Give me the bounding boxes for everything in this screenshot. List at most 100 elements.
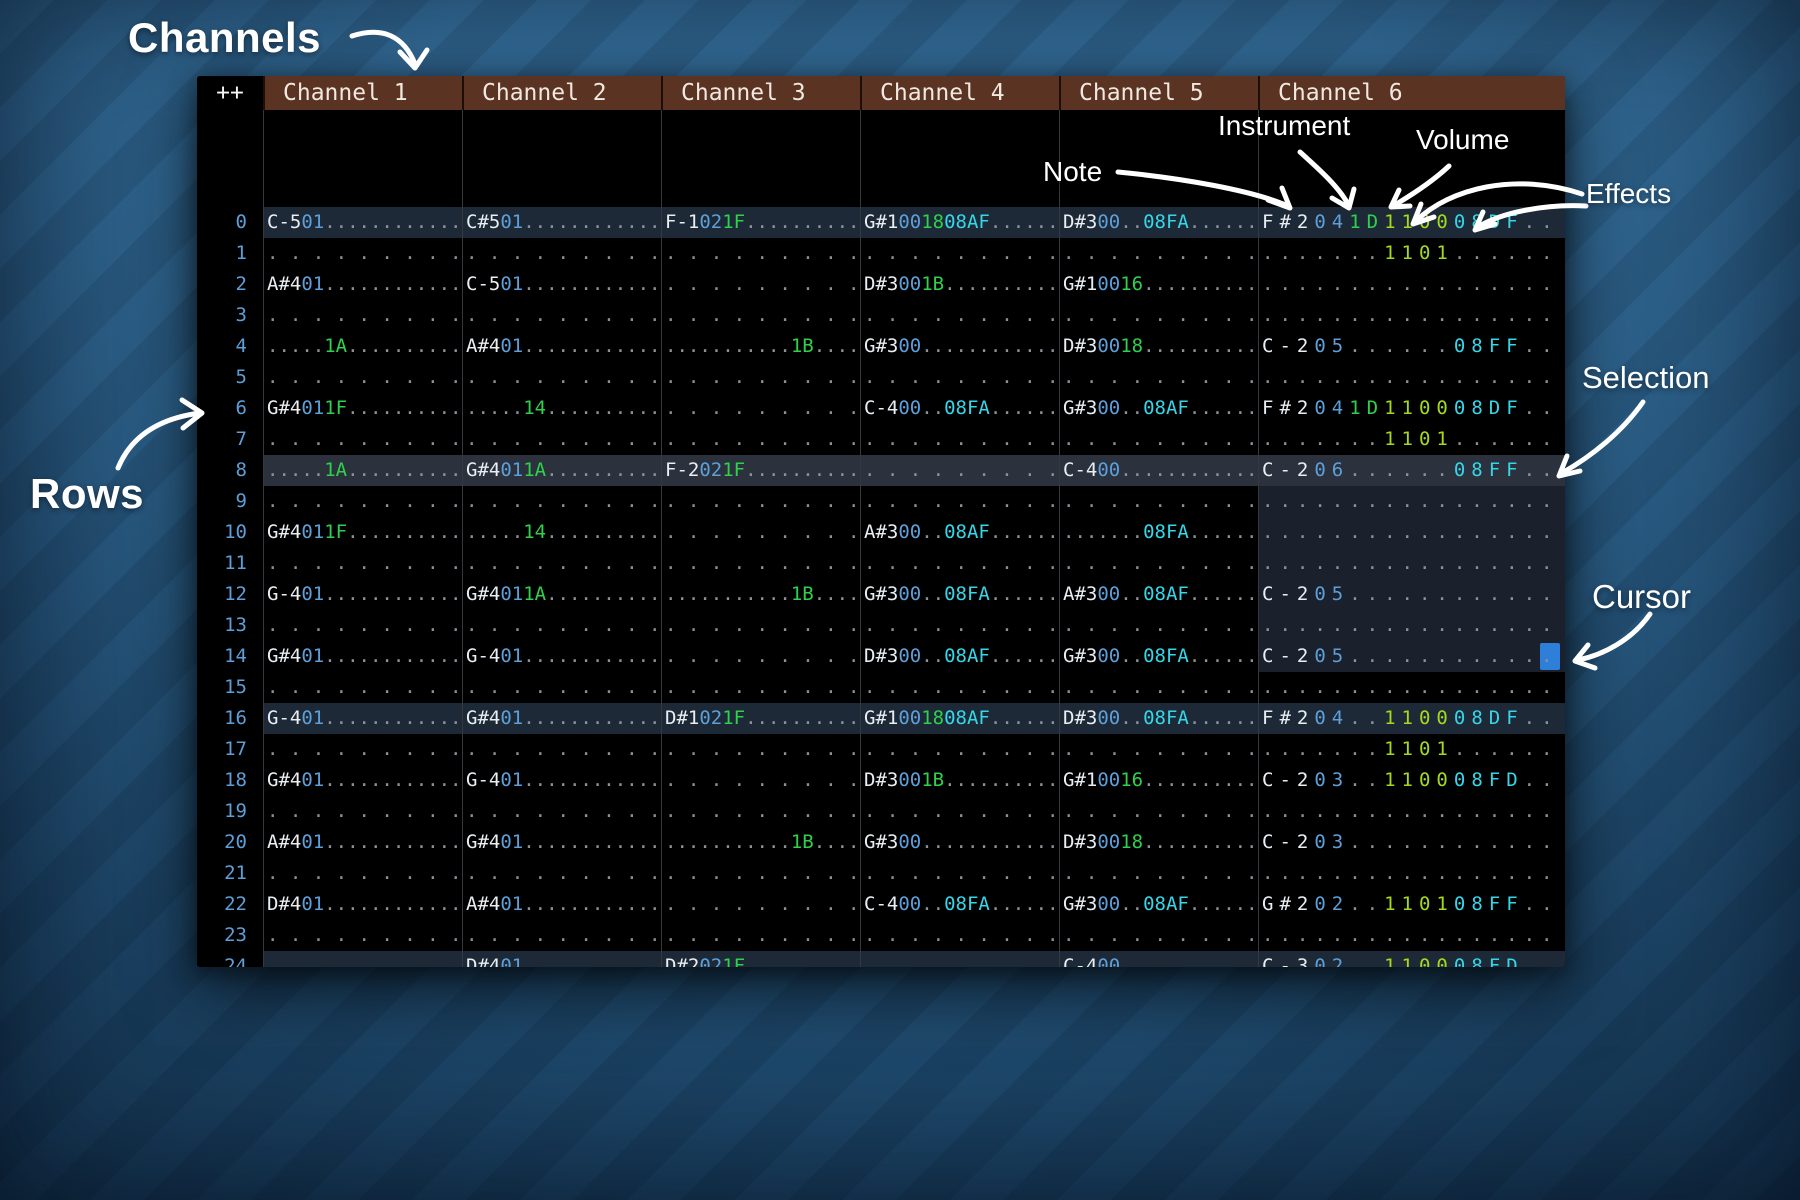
pattern-cell-ch4[interactable]: . . . . . . . . . bbox=[860, 672, 1059, 703]
pattern-cell-ch4[interactable]: . . . . . . . . . bbox=[860, 238, 1059, 269]
pattern-cell-ch3[interactable]: . . . . . . . . . bbox=[661, 362, 860, 393]
pattern-cell-ch3[interactable]: ...........1B.... bbox=[661, 827, 860, 858]
pattern-cell-ch5[interactable]: . . . . . . . . . bbox=[1059, 548, 1258, 579]
pattern-cell-ch4[interactable]: . . . . . . . . . bbox=[860, 796, 1059, 827]
pattern-cell-ch6[interactable]: C-205............ bbox=[1258, 579, 1565, 610]
pattern-cell-ch4[interactable]: . . . . . . . . . bbox=[860, 548, 1059, 579]
pattern-cell-ch4[interactable]: . . . . . . . . . bbox=[860, 858, 1059, 889]
pattern-cell-ch5[interactable]: G#300..08AF...... bbox=[1059, 889, 1258, 920]
pattern-cell-ch2[interactable]: D#401............ bbox=[462, 951, 661, 967]
pattern-cell-ch3[interactable]: . . . . . . . . . bbox=[661, 269, 860, 300]
pattern-cell-ch1[interactable]: G#401............ bbox=[263, 765, 462, 796]
pattern-cell-ch1[interactable]: C-501............ bbox=[263, 207, 462, 238]
pattern-cell-ch4[interactable]: A#300..08AF...... bbox=[860, 517, 1059, 548]
pattern-cell-ch2[interactable]: G#4011A.......... bbox=[462, 455, 661, 486]
pattern-cell-ch3[interactable]: . . . . . . . . . bbox=[661, 517, 860, 548]
pattern-cell-ch3[interactable]: ...........1B.... bbox=[661, 331, 860, 362]
pattern-cell-ch5[interactable]: . . . . . . . . . bbox=[1059, 424, 1258, 455]
pattern-cell-ch6[interactable]: F#2041D110008DF.. bbox=[1258, 207, 1565, 238]
pattern-cell-ch4[interactable]: G#300..08FA...... bbox=[860, 579, 1059, 610]
pattern-cell-ch2[interactable]: . . . . . . . . . bbox=[462, 672, 661, 703]
pattern-cell-ch6[interactable]: ................. bbox=[1258, 672, 1565, 703]
pattern-cell-ch6[interactable]: F#204..110008DF.. bbox=[1258, 703, 1565, 734]
pattern-cell-ch6[interactable]: .......1101...... bbox=[1258, 734, 1565, 765]
pattern-cell-ch1[interactable]: . . . . . . . . . bbox=[263, 548, 462, 579]
pattern-cell-ch2[interactable]: G-401............ bbox=[462, 641, 661, 672]
pattern-cell-ch6[interactable]: .......1101...... bbox=[1258, 238, 1565, 269]
pattern-cell-ch1[interactable]: . . . . . . . . . bbox=[263, 796, 462, 827]
pattern-cell-ch3[interactable]: . . . . . . . . . bbox=[661, 641, 860, 672]
channel-header-1[interactable]: Channel 1 bbox=[263, 76, 462, 110]
pattern-cell-ch5[interactable]: C-400............ bbox=[1059, 951, 1258, 967]
pattern-cell-ch5[interactable]: . . . . . . . . . bbox=[1059, 858, 1258, 889]
pattern-cell-ch1[interactable]: A#401............ bbox=[263, 827, 462, 858]
pattern-cell-ch4[interactable]: G#300............ bbox=[860, 827, 1059, 858]
pattern-cell-ch2[interactable]: G-401............ bbox=[462, 765, 661, 796]
pattern-cell-ch4[interactable]: G#300............ bbox=[860, 331, 1059, 362]
pattern-cell-ch5[interactable]: . . . . . . . . . bbox=[1059, 362, 1258, 393]
pattern-cell-ch6[interactable]: C-206......08FF.. bbox=[1258, 455, 1565, 486]
pattern-cell-ch2[interactable]: . . . . . . . . . bbox=[462, 548, 661, 579]
pattern-cell-ch4[interactable]: D#3001B.......... bbox=[860, 765, 1059, 796]
pattern-cell-ch2[interactable]: . . . . . . . . . bbox=[462, 858, 661, 889]
pattern-cell-ch1[interactable]: A#401............ bbox=[263, 269, 462, 300]
pattern-cell-ch1[interactable]: .....1A.......... bbox=[263, 331, 462, 362]
pattern-cell-ch4[interactable]: . . . . . . . . . bbox=[860, 951, 1059, 967]
pattern-cell-ch5[interactable]: . . . . . . . . . bbox=[1059, 238, 1258, 269]
pattern-cell-ch5[interactable]: D#30018.......... bbox=[1059, 331, 1258, 362]
pattern-cell-ch4[interactable]: . . . . . . . . . bbox=[860, 455, 1059, 486]
pattern-cell-ch2[interactable]: A#401............ bbox=[462, 331, 661, 362]
channel-header-5[interactable]: Channel 5 bbox=[1059, 76, 1258, 110]
pattern-cell-ch4[interactable]: . . . . . . . . . bbox=[860, 300, 1059, 331]
pattern-cell-ch1[interactable]: . . . . . . . . . bbox=[263, 424, 462, 455]
pattern-cell-ch5[interactable]: D#300..08FA...... bbox=[1059, 703, 1258, 734]
pattern-cell-ch3[interactable]: . . . . . . . . . bbox=[661, 920, 860, 951]
pattern-cell-ch5[interactable]: . . . . . . . . . bbox=[1059, 672, 1258, 703]
pattern-cell-ch6[interactable]: ................. bbox=[1258, 858, 1565, 889]
pattern-cell-ch1[interactable]: D#401............ bbox=[263, 889, 462, 920]
pattern-cell-ch5[interactable]: C-400............ bbox=[1059, 455, 1258, 486]
pattern-cell-ch6[interactable]: ................. bbox=[1258, 920, 1565, 951]
pattern-cell-ch6[interactable]: ................. bbox=[1258, 517, 1565, 548]
pattern-cell-ch5[interactable]: D#300..08FA...... bbox=[1059, 207, 1258, 238]
pattern-cell-ch1[interactable]: . . . . . . . . . bbox=[263, 362, 462, 393]
pattern-cell-ch5[interactable]: . . . . . . . . . bbox=[1059, 796, 1258, 827]
pattern-cell-ch1[interactable]: . . . . . . . . . bbox=[263, 300, 462, 331]
pattern-cell-ch2[interactable]: G#4011A.......... bbox=[462, 579, 661, 610]
pattern-cell-ch6[interactable]: ................. bbox=[1258, 269, 1565, 300]
pattern-cell-ch2[interactable]: . . . . . . . . . bbox=[462, 610, 661, 641]
channel-header-6[interactable]: Channel 6 bbox=[1258, 76, 1565, 110]
add-channel-button[interactable]: ++ bbox=[197, 76, 263, 110]
pattern-cell-ch4[interactable]: G#1001808AF...... bbox=[860, 207, 1059, 238]
pattern-cell-ch6[interactable]: ................. bbox=[1258, 548, 1565, 579]
pattern-cell-ch6[interactable]: ................. bbox=[1258, 300, 1565, 331]
pattern-cell-ch5[interactable]: G#10016.......... bbox=[1059, 269, 1258, 300]
pattern-cell-ch3[interactable]: . . . . . . . . . bbox=[661, 424, 860, 455]
pattern-cell-ch1[interactable]: G-401............ bbox=[263, 703, 462, 734]
pattern-cell-ch3[interactable]: D#2021F.......... bbox=[661, 951, 860, 967]
pattern-cell-ch2[interactable]: .....14.......... bbox=[462, 393, 661, 424]
pattern-cell-ch3[interactable]: . . . . . . . . . bbox=[661, 734, 860, 765]
pattern-cell-ch1[interactable]: . . . . . . . . . bbox=[263, 734, 462, 765]
pattern-cell-ch5[interactable]: . . . . . . . . . bbox=[1059, 486, 1258, 517]
pattern-cell-ch4[interactable]: D#300..08AF...... bbox=[860, 641, 1059, 672]
pattern-cell-ch3[interactable]: . . . . . . . . . bbox=[661, 486, 860, 517]
pattern-cell-ch2[interactable]: . . . . . . . . . bbox=[462, 362, 661, 393]
pattern-cell-ch1[interactable]: .....1A.......... bbox=[263, 455, 462, 486]
pattern-cell-ch6[interactable]: G#202..110108FF.. bbox=[1258, 889, 1565, 920]
pattern-cell-ch5[interactable]: G#300..08FA...... bbox=[1059, 641, 1258, 672]
pattern-cell-ch5[interactable]: . . . . . . . . . bbox=[1059, 734, 1258, 765]
pattern-cell-ch1[interactable]: . . . . . . . . . bbox=[263, 951, 462, 967]
pattern-cell-ch1[interactable]: . . . . . . . . . bbox=[263, 920, 462, 951]
pattern-cell-ch2[interactable]: A#401............ bbox=[462, 889, 661, 920]
pattern-cell-ch3[interactable]: . . . . . . . . . bbox=[661, 858, 860, 889]
pattern-cell-ch5[interactable]: . . . . . . . . . bbox=[1059, 300, 1258, 331]
pattern-cell-ch3[interactable]: ...........1B.... bbox=[661, 579, 860, 610]
pattern-cell-ch2[interactable]: . . . . . . . . . bbox=[462, 920, 661, 951]
pattern-cell-ch3[interactable]: F-2021F.......... bbox=[661, 455, 860, 486]
pattern-cell-ch6[interactable]: C-203..110008FD.. bbox=[1258, 765, 1565, 796]
pattern-cell-ch3[interactable]: . . . . . . . . . bbox=[661, 889, 860, 920]
pattern-cell-ch3[interactable]: . . . . . . . . . bbox=[661, 610, 860, 641]
pattern-cell-ch3[interactable]: . . . . . . . . . bbox=[661, 672, 860, 703]
pattern-cell-ch6[interactable]: ................. bbox=[1258, 610, 1565, 641]
